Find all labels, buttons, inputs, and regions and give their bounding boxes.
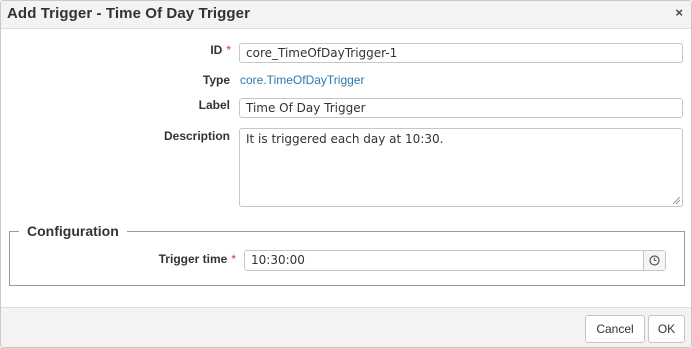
label-input-value: Time Of Day Trigger: [246, 101, 366, 115]
resize-grip-icon[interactable]: [673, 197, 680, 204]
cancel-button[interactable]: Cancel: [585, 315, 645, 343]
close-icon[interactable]: ×: [675, 5, 683, 21]
trigger-time-label: Trigger time *: [121, 252, 236, 266]
required-marker: *: [226, 43, 231, 57]
dialog-header: Add Trigger - Time Of Day Trigger ×: [1, 1, 691, 29]
id-input[interactable]: core_TimeOfDayTrigger-1: [239, 43, 683, 63]
clock-icon[interactable]: [643, 251, 665, 270]
description-textarea[interactable]: It is triggered each day at 10:30.: [239, 128, 683, 207]
dialog-footer: Cancel OK: [1, 307, 691, 347]
label-label: Label: [198, 98, 230, 112]
id-label-text: ID: [210, 43, 223, 57]
ok-button[interactable]: OK: [648, 315, 685, 343]
required-marker: *: [231, 252, 236, 266]
description-label: Description: [163, 129, 230, 143]
dialog-title: Add Trigger - Time Of Day Trigger: [7, 5, 251, 22]
trigger-time-label-text: Trigger time: [158, 252, 228, 266]
id-label: ID *: [151, 43, 231, 57]
trigger-time-input[interactable]: 10:30:00: [244, 250, 666, 271]
trigger-time-value: 10:30:00: [251, 253, 305, 267]
configuration-legend: Configuration: [19, 223, 127, 239]
add-trigger-dialog: Add Trigger - Time Of Day Trigger × ID * …: [0, 0, 692, 348]
type-value: core.TimeOfDayTrigger: [240, 73, 365, 87]
description-value: It is triggered each day at 10:30.: [246, 132, 444, 146]
label-input[interactable]: Time Of Day Trigger: [239, 98, 683, 118]
id-input-value: core_TimeOfDayTrigger-1: [246, 46, 398, 60]
type-label: Type: [202, 73, 230, 87]
